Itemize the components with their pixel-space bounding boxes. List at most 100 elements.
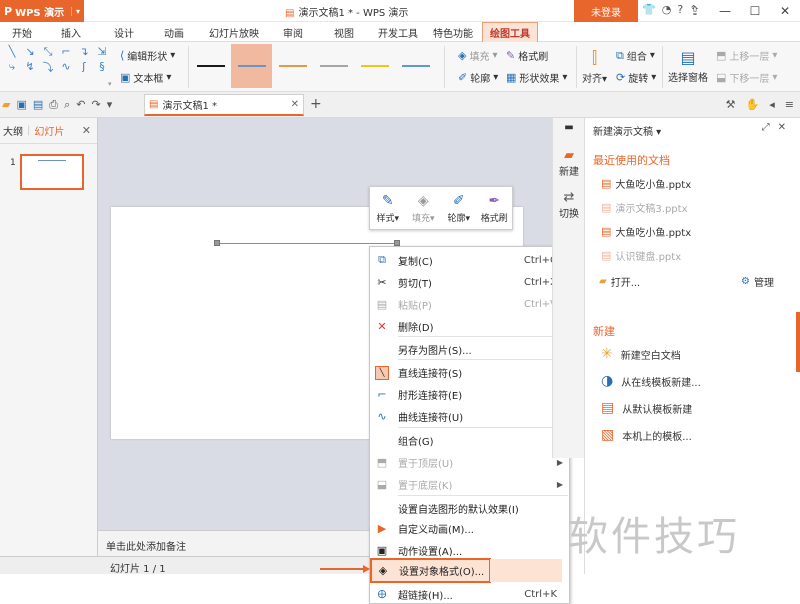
start-handle[interactable] [214, 240, 220, 246]
line-style-4[interactable] [313, 44, 354, 88]
tab-outline[interactable]: 大纲 [3, 123, 23, 138]
elbow-connector-icon[interactable]: ⌐ [58, 45, 74, 58]
send-backward-button[interactable]: ⬓ 下移一层 ▾ [716, 70, 777, 85]
document-tab[interactable]: ▤ 演示文稿1 * ✕ [144, 94, 304, 116]
align-button[interactable]: ⫿ 对齐▾ [582, 48, 607, 85]
local-templates[interactable]: ▧ 本机上的模板... [601, 427, 692, 443]
menu-cut[interactable]: ✂ 剪切(T) Ctrl+X [370, 271, 569, 293]
shape-effect-button[interactable]: ▦ 形状效果 ▾ [506, 70, 567, 85]
tab-review[interactable]: 审阅 [270, 22, 316, 42]
skin-icon[interactable]: 👕 [642, 3, 656, 16]
bring-forward-button[interactable]: ⬒ 上移一层 ▾ [716, 48, 777, 63]
line-style-1[interactable] [190, 44, 231, 88]
tab-slideshow[interactable]: 幻灯片放映 [198, 22, 270, 42]
outline-button[interactable]: ✐ 轮廓 ▾ [458, 70, 498, 85]
open-button[interactable]: ▰ 打开... [599, 274, 640, 289]
tab-developer[interactable]: 开发工具 [372, 22, 424, 42]
line-style-6[interactable] [395, 44, 436, 88]
menu-bring-to-front[interactable]: ⬒ 置于顶层(U) ▶ [370, 451, 569, 473]
manage-button[interactable]: ⚙ 管理 [741, 274, 774, 289]
new-blank-doc[interactable]: ✳ 新建空白文档 [601, 346, 681, 362]
double-arrow-line-icon[interactable]: ⤡ [40, 45, 56, 58]
menu-action-settings[interactable]: ▣ 动作设置(A)... [370, 539, 569, 561]
format-brush-button[interactable]: ✎ 格式刷 [506, 48, 548, 63]
strip-switch-button[interactable]: ⇄ 切换 [553, 190, 585, 220]
style-button[interactable]: ✎ 样式▾ [370, 187, 406, 229]
menu-custom-animation[interactable]: ▶ 自定义动画(M)... [370, 517, 569, 539]
close-tab-icon[interactable]: ✕ [291, 99, 299, 110]
menu-icon[interactable]: ≡ [785, 98, 794, 111]
menu-set-default-effect[interactable]: 设置自选图形的默认效果(I) [370, 497, 569, 519]
close-pane-icon[interactable]: ✕ [778, 122, 786, 133]
feedback-icon[interactable]: ◔ [662, 3, 672, 16]
recent-file-1[interactable]: ▤ 大鱼吃小鱼.pptx [601, 176, 691, 191]
line-icon[interactable]: ╲ [4, 45, 20, 58]
recent-file-3[interactable]: ▤ 大鱼吃小鱼.pptx [601, 224, 691, 239]
mini-outline-button[interactable]: ✐ 轮廓▾ [441, 187, 477, 229]
tab-view[interactable]: 视图 [316, 22, 372, 42]
menu-paste[interactable]: ▤ 粘贴(P) Ctrl+V [370, 293, 569, 315]
text-box-button[interactable]: ▣ 文本框 ▾ [120, 70, 171, 85]
prev-icon[interactable]: ◂ [769, 98, 775, 111]
tab-insert[interactable]: 插入 [44, 22, 98, 42]
save-icon[interactable]: ▣ [16, 98, 26, 112]
elbow-double-arrow-icon[interactable]: ⇲ [94, 45, 110, 58]
close-button[interactable]: ✕ [770, 0, 800, 22]
line-style-3[interactable] [272, 44, 313, 88]
rotate-button[interactable]: ⟳ 旋转 ▾ [616, 70, 656, 85]
line-style-5[interactable] [354, 44, 395, 88]
strip-new-button[interactable]: ▰ 新建 [553, 148, 585, 178]
tab-drawing-tools[interactable]: 绘图工具 [482, 22, 538, 42]
print-preview-icon[interactable]: ⌕ [64, 98, 70, 112]
minimize-button[interactable]: — [710, 0, 740, 22]
open-folder-icon[interactable]: ▰ [2, 98, 10, 112]
task-pane-header[interactable]: 新建演示文稿 ▾ [593, 123, 661, 138]
scribble-icon[interactable]: § [94, 60, 110, 73]
pane-toggle-tab[interactable] [796, 312, 800, 372]
redo-icon[interactable]: ↷ [91, 98, 100, 112]
tab-features[interactable]: 特色功能 [424, 22, 482, 42]
new-from-online-template[interactable]: ◑ 从在线模板新建... [601, 373, 701, 389]
close-pane-icon[interactable]: ✕ [82, 124, 91, 137]
fill-button[interactable]: ◈ 填充 ▾ [458, 48, 498, 63]
hand-icon[interactable]: ✋ [746, 98, 760, 111]
tool-icon[interactable]: ⚒ [726, 98, 736, 111]
maximize-button[interactable]: ☐ [740, 0, 770, 22]
expand-icon[interactable]: ⤢ [762, 122, 770, 133]
curve-connector-icon[interactable]: ⤷ [4, 60, 20, 73]
menu-curved-connector[interactable]: ∿ 曲线连接符(U) [370, 405, 569, 427]
recent-file-4[interactable]: ▤ 认识键盘.pptx [601, 248, 681, 263]
new-from-default-template[interactable]: ▤ 从默认模板新建 [601, 400, 692, 416]
tab-design[interactable]: 设计 [98, 22, 150, 42]
menu-straight-connector[interactable]: ╲ 直线连接符(S) [370, 361, 569, 383]
curve-double-arrow-icon[interactable]: ⤵ [40, 60, 56, 74]
tab-start[interactable]: 开始 [0, 22, 44, 42]
selection-pane-button[interactable]: ▤ 选择窗格 [668, 48, 708, 84]
menu-save-as-picture[interactable]: 另存为图片(S)... [370, 338, 569, 360]
mini-format-brush-button[interactable]: ✒ 格式刷 [477, 187, 513, 229]
app-menu-button[interactable]: P WPS 演示 ▾ [0, 0, 84, 22]
freeform-icon[interactable]: ʃ [76, 60, 92, 73]
slide-thumbnail[interactable] [20, 154, 84, 190]
collapse-strip-icon[interactable]: ▬ [553, 122, 585, 133]
edit-shape-button[interactable]: ⟨ 编辑形状 ▾ [120, 48, 175, 63]
menu-send-to-back[interactable]: ⬓ 置于底层(K) ▶ [370, 473, 569, 495]
curve-icon[interactable]: ∿ [58, 60, 74, 73]
menu-hyperlink[interactable]: 🜨 超链接(H)... Ctrl+K [370, 583, 569, 604]
arrow-line-icon[interactable]: ↘ [22, 45, 38, 58]
save-as-icon[interactable]: ▤ [33, 98, 43, 112]
menu-elbow-connector[interactable]: ⌐ 肘形连接符(E) [370, 383, 569, 405]
chevron-down-icon[interactable]: ▾ [70, 6, 80, 16]
undo-icon[interactable]: ↶ [76, 98, 85, 112]
print-icon[interactable]: ⎙ [49, 98, 58, 112]
new-tab-icon[interactable]: + [310, 96, 322, 112]
line-style-2[interactable] [231, 44, 272, 88]
menu-format-object[interactable]: ◈ 设置对象格式(O)... [370, 558, 491, 583]
connector-line[interactable] [218, 243, 398, 244]
recent-file-2[interactable]: ▤ 演示文稿3.pptx [601, 200, 687, 215]
menu-delete[interactable]: ✕ 删除(D) [370, 315, 569, 337]
tab-slides[interactable]: 幻灯片 [34, 123, 64, 138]
elbow-arrow-icon[interactable]: ↴ [76, 45, 92, 58]
menu-group[interactable]: 组合(G)▶ [370, 429, 569, 451]
more-shapes-icon[interactable]: ▾ [108, 80, 112, 88]
